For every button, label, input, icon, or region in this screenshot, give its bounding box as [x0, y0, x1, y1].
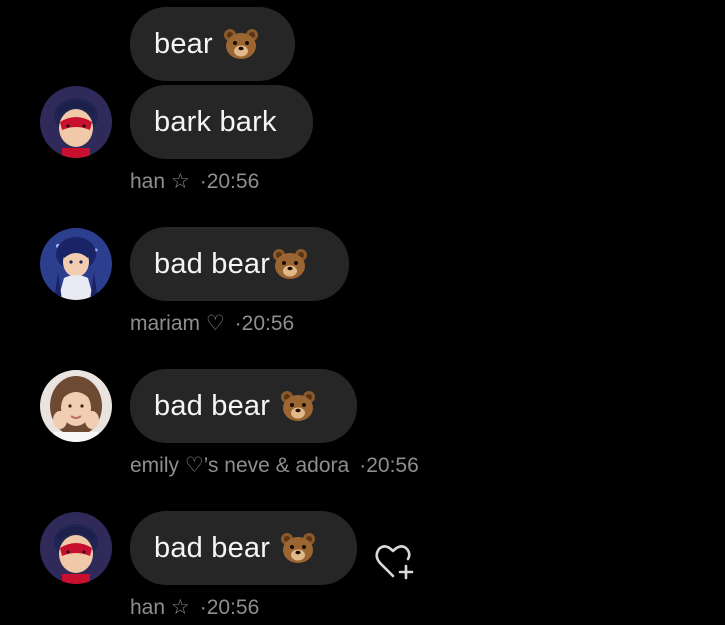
sender-name[interactable]: han ☆ [130, 596, 190, 619]
avatar-mariam[interactable] [40, 228, 112, 300]
timestamp: ·20:56 [199, 596, 260, 619]
sender-name[interactable]: han ☆ [130, 170, 190, 193]
bear-face-emoji-icon [280, 390, 316, 422]
timestamp: ·20:56 [359, 454, 419, 477]
timestamp: ·20:56 [199, 170, 260, 193]
sender-name[interactable]: emily ♡’s neve & adora [130, 454, 349, 477]
message-text: bark bark [154, 105, 277, 138]
message-text: bad bear [154, 389, 271, 422]
message-meta: mariam ♡ ·20:56 [130, 311, 294, 336]
message-text: bad bear [154, 531, 271, 564]
message-meta: han ☆ ·20:56 [130, 595, 259, 620]
avatar-emily[interactable] [40, 370, 112, 442]
add-reaction-heart-icon[interactable] [373, 540, 417, 584]
sender-name[interactable]: mariam ♡ [130, 312, 225, 335]
message-bubble-bear[interactable]: bear [130, 7, 295, 81]
avatar-han[interactable] [40, 86, 112, 158]
avatar-han[interactable] [40, 512, 112, 584]
message-text: bad bear [154, 247, 271, 280]
bear-face-emoji-icon [280, 532, 316, 564]
message-bubble-bark-bark[interactable]: bark bark [130, 85, 313, 159]
bear-face-emoji-icon [272, 248, 308, 280]
message-bubble-bad-bear-emily[interactable]: bad bear [130, 369, 357, 443]
message-text: bear [154, 27, 213, 60]
message-meta: emily ♡’s neve & adora ·20:56 [130, 453, 419, 478]
message-bubble-bad-bear-han[interactable]: bad bear [130, 511, 357, 585]
bear-face-emoji-icon [223, 28, 259, 60]
message-bubble-bad-bear-mariam[interactable]: bad bear [130, 227, 349, 301]
message-meta: han ☆ ·20:56 [130, 169, 259, 194]
timestamp: ·20:56 [234, 312, 295, 335]
